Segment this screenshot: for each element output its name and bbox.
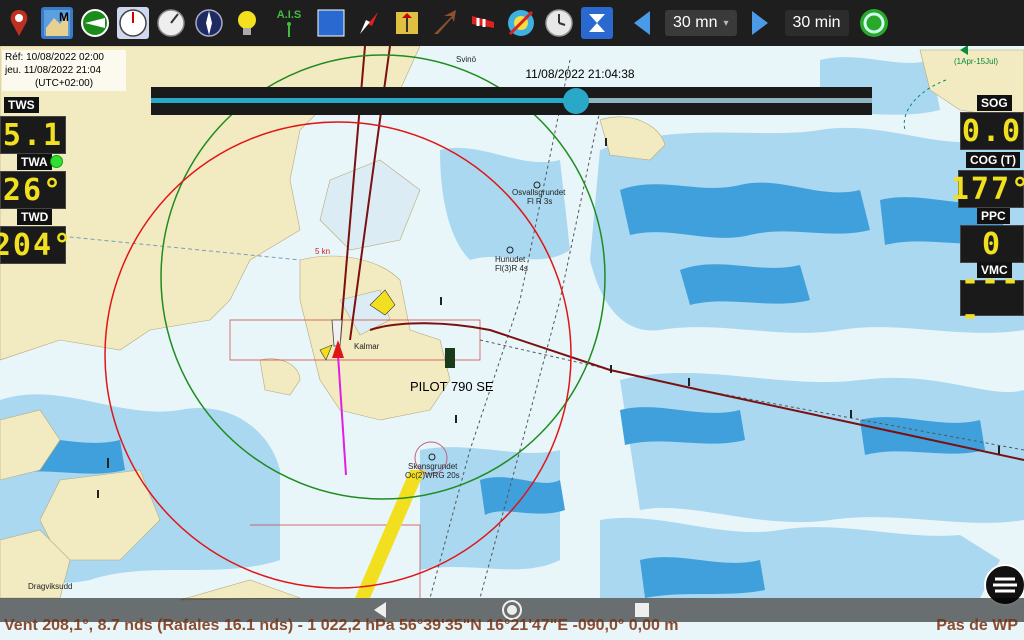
ppc-label: PPC: [977, 208, 1010, 224]
cog-value[interactable]: 177°: [951, 170, 1024, 208]
ref-line-2: jeu. 11/08/2022 21:04: [5, 65, 102, 76]
svg-text:M: M: [59, 10, 69, 24]
map-pin-icon[interactable]: [3, 7, 35, 39]
twa-label: TWA: [17, 154, 52, 170]
map-label-skansgrundet-light: Oc(2)WRG 20s: [405, 471, 460, 480]
map-label-kalmar: Kalmar: [354, 342, 380, 351]
play-timer-icon[interactable]: [858, 7, 890, 39]
sog-value[interactable]: 0.0: [960, 112, 1024, 150]
reference-time-box: Réf: 10/08/2022 02:00 jeu. 11/08/2022 21…: [2, 50, 126, 91]
compass-needle-icon[interactable]: [353, 7, 385, 39]
dropdown-caret-icon: ▾: [723, 17, 729, 29]
clock-icon[interactable]: [543, 7, 575, 39]
windsock-icon[interactable]: [467, 7, 499, 39]
cog-label: COG (T): [966, 152, 1020, 168]
chart-map-icon[interactable]: M: [41, 7, 73, 39]
map-label-osvallsgrundet-light: Fl R 3s: [527, 197, 553, 206]
compass-green-icon[interactable]: [79, 7, 111, 39]
gauge-icon[interactable]: [117, 7, 149, 39]
ppc-value[interactable]: 0: [960, 225, 1024, 263]
sog-label: SOG: [977, 95, 1012, 111]
duration-label: 30 min: [784, 10, 849, 36]
arrow-up-right-icon[interactable]: [429, 7, 461, 39]
light-bulb-icon[interactable]: [231, 7, 263, 39]
map-label-hunudet-light: Fl(3)R 4s: [495, 264, 528, 273]
ref-line-1: Réf: 10/08/2022 02:00: [5, 52, 104, 63]
map-label-hunudet: Hunudet: [495, 255, 526, 264]
boat-name-label[interactable]: PILOT 790 SE: [410, 379, 494, 394]
gauge-2-icon[interactable]: [155, 7, 187, 39]
timeline-fill: [151, 98, 577, 103]
status-text: Vent 208,1°, 8.7 nds (Rafales 16.1 nds) …: [4, 617, 679, 634]
duration-select[interactable]: 30 mn ▾: [665, 10, 737, 36]
ais-icon[interactable]: A.I.S: [269, 7, 309, 39]
compass-rose-icon[interactable]: [193, 7, 225, 39]
tws-label: TWS: [4, 97, 39, 113]
timeline-knob[interactable]: [563, 88, 590, 114]
twa-value[interactable]: 26°: [0, 171, 66, 209]
map-label-speed: 5 kn: [315, 247, 331, 256]
ref-line-3: (UTC+02:00): [34, 78, 94, 89]
timeline-datetime: 11/08/2022 21:04:38: [525, 67, 635, 81]
ais-label: A.I.S: [276, 9, 302, 21]
map-label-dragviksudd: Dragviksudd: [28, 582, 73, 591]
next-arrow-icon[interactable]: [744, 7, 776, 39]
blue-square-icon[interactable]: [315, 7, 347, 39]
map-label-svino: Svinö: [456, 55, 477, 64]
timeline-slider[interactable]: [151, 87, 872, 115]
up-down-icon[interactable]: [391, 7, 423, 39]
twd-value[interactable]: 204°: [0, 226, 71, 264]
weather-off-icon[interactable]: [505, 7, 537, 39]
vmc-value[interactable]: ----: [960, 263, 1024, 333]
duration-select-value: 30 mn: [673, 14, 718, 31]
map-label-osvallsgrundet: Osvallsgrundet: [512, 188, 566, 197]
waypoint-status: Pas de WP: [936, 617, 1018, 634]
twa-status-dot: [50, 155, 63, 168]
top-toolbar: M A.I.S 30 mn ▾ 30 min: [0, 0, 1024, 46]
twd-label: TWD: [17, 209, 53, 225]
prev-arrow-icon[interactable]: [626, 7, 658, 39]
hourglass-icon[interactable]: [581, 7, 613, 39]
map-label-skansgrundet: Skansgrundet: [408, 462, 458, 471]
tws-value[interactable]: 5.1: [0, 116, 66, 154]
map-label-season: (1Apr-15Jul): [954, 57, 999, 66]
